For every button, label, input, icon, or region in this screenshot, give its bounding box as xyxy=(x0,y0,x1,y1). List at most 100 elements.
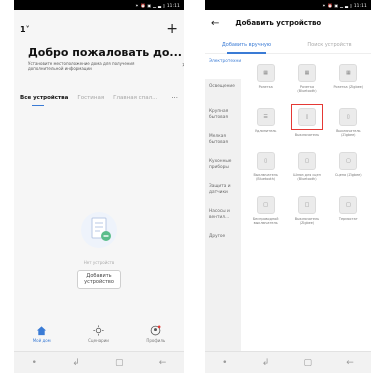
tab-add-manually[interactable]: Добавить вручную xyxy=(205,42,288,54)
add-device-button[interactable]: Добавить устройство xyxy=(77,270,121,289)
top-bar: 1˅ + xyxy=(14,10,184,40)
device-icon: ▢ xyxy=(297,152,316,170)
home-screen: ✶ ⏰ ▣ ▁ ▃ ▯ 11:11 1˅ + Добро пожаловать … xyxy=(14,0,184,373)
category-item[interactable]: Насосы и вентил... xyxy=(205,204,241,229)
tab-living-room[interactable]: Гостиная xyxy=(77,95,104,101)
add-device-plus-button[interactable]: + xyxy=(166,22,178,36)
device-tile[interactable]: ▯ Выключатель (Zigbee) xyxy=(328,104,369,148)
tab-all-devices[interactable]: Все устройства xyxy=(20,95,68,106)
chevron-right-icon: › xyxy=(182,60,184,69)
more-icon[interactable]: ··· xyxy=(171,94,178,102)
category-item[interactable]: Освещение xyxy=(205,79,241,104)
nav-home-icon[interactable]: ▢ xyxy=(304,358,313,368)
device-label: Выключатель xyxy=(294,133,320,137)
device-tile-frame: □ xyxy=(297,192,316,214)
device-tile-frame: ▯ xyxy=(256,148,275,170)
welcome-text: Добро пожаловать до... Установите местоп… xyxy=(28,46,182,71)
tab-main-bedroom[interactable]: Главная спал... xyxy=(113,95,157,101)
page-title: Добавить устройство xyxy=(235,19,322,27)
profile-icon xyxy=(150,325,161,336)
device-tile-frame: ▯ xyxy=(290,104,323,130)
nav-dot-icon[interactable]: • xyxy=(222,358,227,368)
device-tile-frame: ▦ xyxy=(297,60,316,82)
device-tile[interactable]: ▦ Розетка xyxy=(245,60,286,104)
device-icon: □ xyxy=(256,196,275,214)
tab-search-devices[interactable]: Поиск устройств xyxy=(288,42,371,48)
category-item[interactable]: Другое xyxy=(205,229,241,254)
home-icon xyxy=(37,326,47,336)
system-navbar: • ↲ ▢ ← xyxy=(205,351,371,373)
category-item[interactable]: Мелкая бытовая xyxy=(205,129,241,154)
add-mode-tabs: Добавить вручную Поиск устройств xyxy=(205,36,371,54)
device-tile[interactable]: □ Беспроводной выключатель xyxy=(245,192,286,236)
empty-state: Нет устройств Добавить устройство xyxy=(14,210,184,289)
status-bar: ✶ ⏰ ▣ ▁ ▃ ▯ 11:11 xyxy=(14,0,184,10)
device-tile[interactable]: ▢ Шлюз для сцен (Bluetooth) xyxy=(286,148,327,192)
device-tile-frame: □ xyxy=(339,192,358,214)
device-tile-frame: □ xyxy=(256,192,275,214)
device-picker: Электротехника Освещение Крупная бытовая Ме… xyxy=(205,54,371,359)
device-label: Розетка (Bluetooth) xyxy=(297,85,317,94)
tab-profile-label: Профиль xyxy=(146,338,166,343)
category-item[interactable]: Защита и датчики xyxy=(205,179,241,204)
nav-back-icon[interactable]: ← xyxy=(159,358,167,368)
tab-my-home-label: Мой дом xyxy=(32,338,51,343)
welcome-subtitle: Установите местоположение дома для получ… xyxy=(28,61,135,72)
device-label: Сцена (Zigbee) xyxy=(335,173,362,177)
device-label: Термостат xyxy=(338,217,358,221)
no-devices-text: Нет устройств xyxy=(83,260,115,265)
category-item[interactable]: Кухонные приборы xyxy=(205,154,241,179)
device-icon: □ xyxy=(339,196,358,214)
room-tabs: Все устройства Гостиная Главная спал... … xyxy=(14,84,184,106)
category-item[interactable]: Электротехника xyxy=(205,54,246,79)
system-navbar: • ↲ ▢ ← xyxy=(14,351,184,373)
device-tile-frame: ▦ xyxy=(339,60,358,82)
home-selector[interactable]: 1˅ xyxy=(20,25,30,34)
tab-scenarios[interactable]: Сценарии xyxy=(88,325,109,343)
device-tile[interactable]: ▯ Выключатель xyxy=(286,104,327,148)
status-bar: ✶ ⏰ ▣ ▁ ▃ ▯ 11:11 xyxy=(205,0,371,10)
sun-scene-icon xyxy=(93,325,104,336)
category-list: Электротехника Освещение Крупная бытовая Ме… xyxy=(205,54,246,359)
device-icon: ☰ xyxy=(256,108,275,126)
device-tile-frame: ☰ xyxy=(256,104,275,126)
device-tile[interactable]: ▯ Выключатель (Bluetooth) xyxy=(245,148,286,192)
device-label: Удлинитель xyxy=(254,129,277,133)
header: ← Добавить устройство xyxy=(205,10,371,36)
back-arrow-icon[interactable]: ← xyxy=(211,18,219,29)
add-device-screen: ✶ ⏰ ▣ ▁ ▃ ▯ 11:11 ← Добавить устройство … xyxy=(205,0,371,373)
device-tile[interactable]: ▦ Розетка (Bluetooth) xyxy=(286,60,327,104)
welcome-title: Добро пожаловать до... xyxy=(28,46,182,59)
nav-back-icon[interactable]: ← xyxy=(346,358,354,368)
device-icon: ▦ xyxy=(339,64,358,82)
device-grid: ▦ Розетка ▦ Розетка (Bluetooth) ▦ Розетка (Zi… xyxy=(241,54,371,359)
device-icon: ▦ xyxy=(297,64,316,82)
tab-my-home[interactable]: Мой дом xyxy=(33,325,51,343)
bottom-tab-bar: Мой дом Сценарии Профиль xyxy=(14,319,184,349)
tab-scenarios-label: Сценарии xyxy=(88,338,109,343)
device-label: Шлюз для сцен (Bluetooth) xyxy=(293,173,321,182)
welcome-banner[interactable]: Добро пожаловать до... Установите местоп… xyxy=(14,40,184,84)
category-item[interactable]: Крупная бытовая xyxy=(205,104,241,129)
nav-recent-icon[interactable]: ↲ xyxy=(72,358,80,368)
device-icon: ▯ xyxy=(339,108,358,126)
empty-devices-illustration-icon xyxy=(81,212,117,248)
device-tile[interactable]: ▦ Розетка (Zigbee) xyxy=(328,60,369,104)
device-label: Выключатель (Bluetooth) xyxy=(253,173,278,182)
device-label: Выключатель (Zigbee) xyxy=(336,129,361,138)
nav-home-icon[interactable]: ▢ xyxy=(115,358,124,368)
device-icon: □ xyxy=(297,196,316,214)
device-tile[interactable]: □ Выключатель (Zigbee) xyxy=(286,192,327,236)
device-tile[interactable]: ☰ Удлинитель xyxy=(245,104,286,148)
nav-recent-icon[interactable]: ↲ xyxy=(262,358,270,368)
device-tile[interactable]: □ Термостат xyxy=(328,192,369,236)
device-icon: ▦ xyxy=(256,64,275,82)
nav-dot-icon[interactable]: • xyxy=(32,358,37,368)
device-label: Розетка (Zigbee) xyxy=(333,85,364,89)
tab-profile[interactable]: Профиль xyxy=(146,325,165,343)
device-tile-frame: ▢ xyxy=(339,148,358,170)
device-tile-frame: ▦ xyxy=(256,60,275,82)
device-label: Выключатель (Zigbee) xyxy=(294,217,320,226)
device-icon: ▯ xyxy=(297,108,316,126)
device-tile[interactable]: ▢ Сцена (Zigbee) xyxy=(328,148,369,192)
